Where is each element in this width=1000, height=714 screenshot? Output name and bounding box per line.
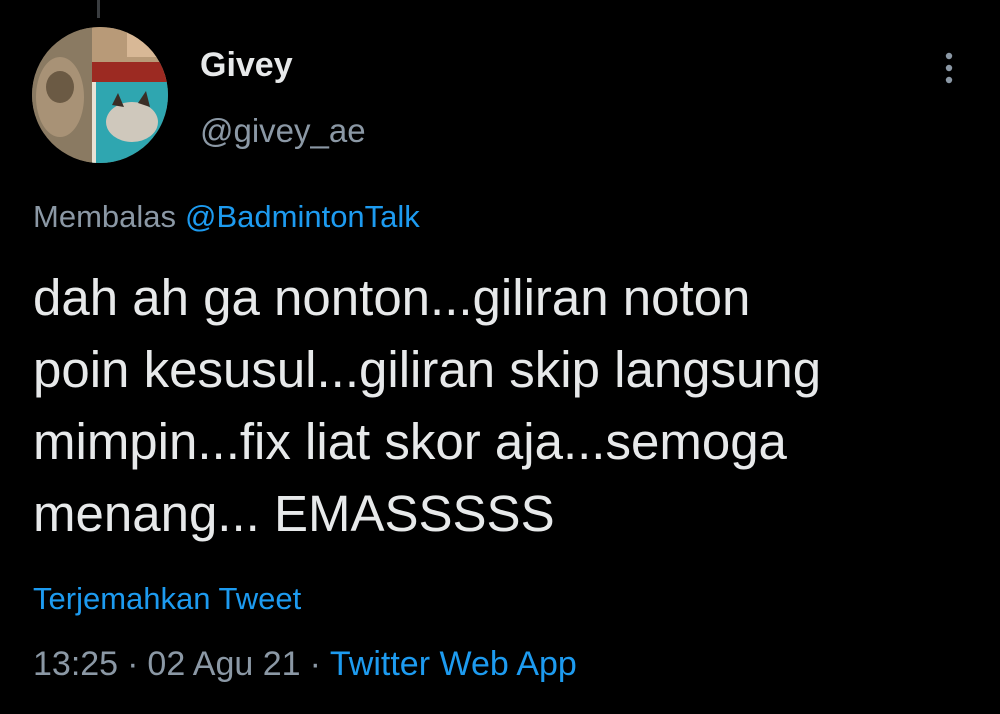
- tweet-text-line: menang... EMASSSSS: [33, 485, 555, 542]
- tweet-source-link[interactable]: Twitter Web App: [330, 645, 577, 683]
- reply-context: Membalas @BadmintonTalk: [33, 199, 420, 235]
- tweet-text: dah ah ga nonton...giliran noton poin ke…: [33, 262, 973, 550]
- tweet-meta: 13:25 · 02 Agu 21 · Twitter Web App: [33, 645, 577, 684]
- tweet-text-line: poin kesusul...giliran skip langsung: [33, 341, 822, 398]
- thread-connector-line: [97, 0, 100, 18]
- tweet-time[interactable]: 13:25: [33, 645, 118, 683]
- user-handle[interactable]: @givey_ae: [200, 112, 366, 150]
- avatar[interactable]: [32, 27, 168, 163]
- reply-mention-link[interactable]: @BadmintonTalk: [185, 199, 420, 234]
- meta-separator: ·: [309, 645, 321, 683]
- reply-prefix: Membalas: [33, 199, 176, 234]
- tweet-text-line: dah ah ga nonton...giliran noton: [33, 269, 751, 326]
- tweet-date[interactable]: 02 Agu 21: [147, 645, 300, 683]
- cat-photo-avatar-icon: [32, 27, 168, 163]
- more-vertical-icon[interactable]: [936, 48, 962, 88]
- meta-separator: ·: [127, 645, 139, 683]
- tweet-text-line: mimpin...fix liat skor aja...semoga: [33, 413, 787, 470]
- translate-tweet-link[interactable]: Terjemahkan Tweet: [33, 581, 301, 617]
- display-name[interactable]: Givey: [200, 46, 293, 85]
